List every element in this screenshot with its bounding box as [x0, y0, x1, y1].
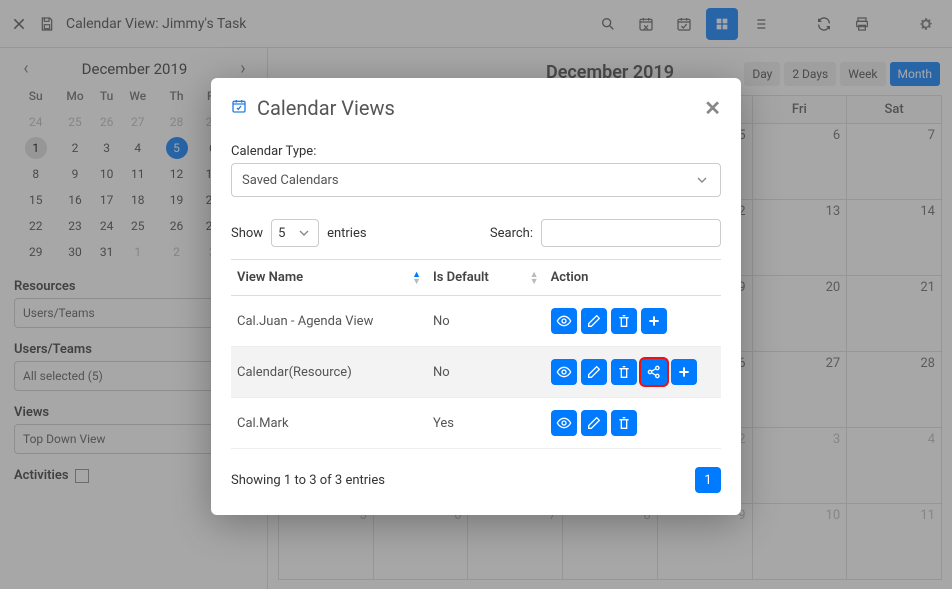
add-button[interactable]: [641, 308, 667, 334]
page-1-button[interactable]: 1: [695, 467, 721, 493]
modal-title: Calendar Views: [257, 96, 395, 120]
del-button[interactable]: [611, 410, 637, 436]
view-button[interactable]: [551, 359, 577, 385]
view-button[interactable]: [551, 308, 577, 334]
search-input[interactable]: [541, 219, 721, 247]
entries-select[interactable]: 5: [271, 219, 319, 247]
share-button[interactable]: [641, 359, 667, 385]
modal-overlay: Calendar Views ✕ Calendar Type: Saved Ca…: [0, 0, 952, 589]
del-button[interactable]: [611, 359, 637, 385]
calendar-type-label: Calendar Type:: [231, 144, 721, 159]
views-table: View Name▲▼ Is Default▲▼ Action Cal.Juan…: [231, 259, 721, 449]
view-button[interactable]: [551, 410, 577, 436]
view-name-cell: Cal.Juan - Agenda View: [231, 296, 427, 347]
table-row: Cal.Juan - Agenda ViewNo: [231, 296, 721, 347]
edit-button[interactable]: [581, 308, 607, 334]
search-label: Search:: [490, 226, 533, 241]
is-default-cell: No: [427, 347, 545, 398]
table-row: Calendar(Resource)No: [231, 347, 721, 398]
table-info: Showing 1 to 3 of 3 entries: [231, 473, 385, 488]
table-row: Cal.MarkYes: [231, 398, 721, 449]
entries-label: entries: [327, 226, 367, 241]
del-button[interactable]: [611, 308, 637, 334]
edit-button[interactable]: [581, 359, 607, 385]
add-button[interactable]: [671, 359, 697, 385]
modal-close-button[interactable]: ✕: [704, 96, 721, 120]
view-name-cell: Calendar(Resource): [231, 347, 427, 398]
calendar-icon: [231, 98, 247, 118]
edit-button[interactable]: [581, 410, 607, 436]
show-label: Show: [231, 226, 263, 241]
calendar-views-modal: Calendar Views ✕ Calendar Type: Saved Ca…: [211, 78, 741, 515]
is-default-cell: No: [427, 296, 545, 347]
calendar-type-select[interactable]: Saved Calendars: [231, 163, 721, 197]
view-name-cell: Cal.Mark: [231, 398, 427, 449]
is-default-cell: Yes: [427, 398, 545, 449]
